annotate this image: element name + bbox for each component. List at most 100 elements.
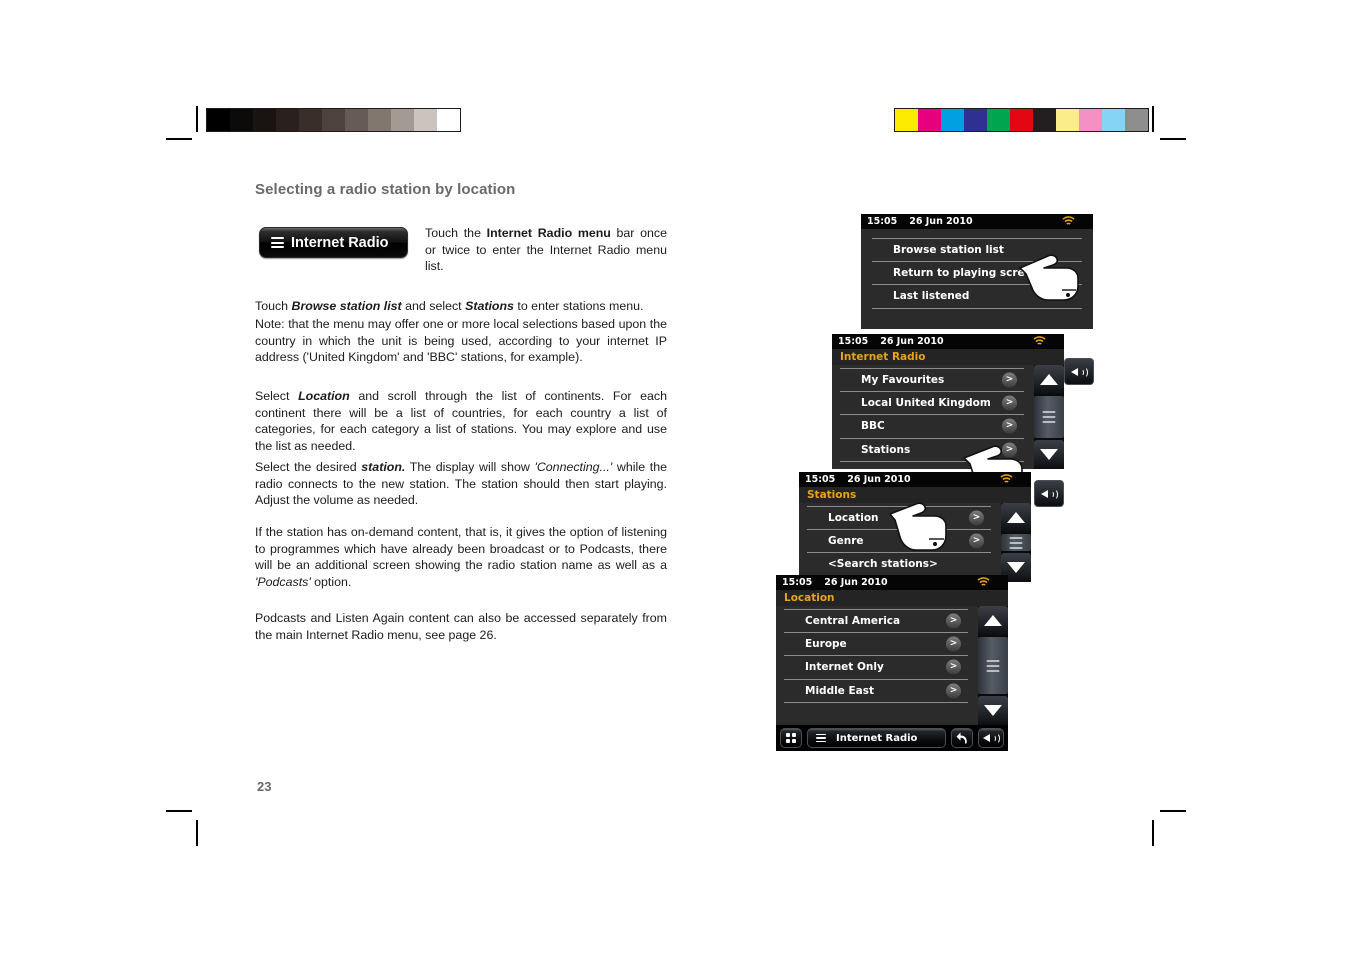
color-calibration-strip [894,108,1149,132]
p4-italic-connecting: 'Connecting...' [534,460,613,474]
menu-list: Central America > Europe > Internet Only… [776,606,976,703]
menu-item-europe[interactable]: Europe > [784,633,968,656]
menu-item-internet-only[interactable]: Internet Only > [784,656,968,680]
p4-mid: The display will show [405,460,535,474]
chevron-right-icon[interactable]: > [946,659,961,675]
status-bar: 15:05 26 Jun 2010 [861,214,1093,229]
grey-swatch-6 [345,109,368,131]
menu-item-central-america[interactable]: Central America > [784,609,968,633]
p5-post: option. [310,574,352,589]
p1-mid: and select [401,299,466,313]
scrollbar-track[interactable] [1034,396,1064,438]
page-title: Selecting a radio station by location [255,181,516,198]
color-swatch-1 [918,109,941,131]
back-arrow-icon [956,732,967,744]
status-date: 26 Jun 2010 [880,336,944,347]
grey-swatch-9 [414,109,437,131]
greyscale-calibration-strip [206,108,461,132]
p5-italic-podcasts: 'Podcasts' [255,574,311,589]
status-time: 15:05 [838,336,869,347]
menu-item-label: Browse station list [893,243,1004,256]
scroll-down-button[interactable] [978,696,1008,725]
crop-mark-top-right-horizontal [1160,138,1186,140]
menu-item-middle-east[interactable]: Middle East > [784,680,968,703]
menu-item-label: Genre [828,534,864,547]
crop-mark-bottom-left-horizontal [166,810,192,812]
menu-item-local-united-kingdom[interactable]: Local United Kingdom > [840,392,1024,415]
scroll-control-column [978,606,1008,725]
p1-bold-browse: Browse station list [291,299,402,313]
p5-pre: If the station has on-demand content, th… [255,525,667,573]
bottom-toolbar: Internet Radio [776,725,1008,751]
triangle-down-icon [1007,562,1025,573]
grey-swatch-7 [368,109,391,131]
color-swatch-9 [1102,109,1125,131]
scroll-up-button[interactable] [978,606,1008,635]
menu-item-label: BBC [861,420,885,433]
scroll-up-button[interactable] [1034,365,1064,394]
crop-mark-bottom-left-vertical [196,820,198,846]
menu-item-label: Central America [805,614,901,627]
chevron-right-icon[interactable]: > [969,510,984,526]
scroll-up-button[interactable] [1001,503,1031,532]
paragraph-6: Podcasts and Listen Again content can al… [255,611,667,642]
internet-radio-menu-label: Internet Radio [836,732,918,744]
side-note-pre: Touch the [425,226,487,240]
grid-mode-icon [786,733,796,743]
chevron-right-icon[interactable]: > [946,613,961,629]
chevron-right-icon[interactable]: > [946,683,961,699]
paragraph-2: Note: that the menu may offer one or mor… [255,317,667,365]
grey-swatch-8 [391,109,414,131]
color-swatch-8 [1079,109,1102,131]
paragraph-3: Select Location and scroll through the l… [255,388,667,454]
triangle-up-icon [984,615,1002,626]
grid-mode-button[interactable] [780,728,802,748]
scrollbar-track[interactable] [1001,534,1031,551]
menu-item-label: Europe [805,637,847,650]
status-date: 26 Jun 2010 [824,577,888,588]
wifi-icon [977,577,990,588]
speaker-volume-icon [983,732,1000,744]
chevron-right-icon[interactable]: > [1002,418,1017,434]
pointing-hand-icon-screen3 [888,500,956,561]
crop-mark-top-left-vertical [196,106,198,132]
chevron-right-icon[interactable]: > [969,533,984,549]
color-swatch-7 [1056,109,1079,131]
chevron-right-icon[interactable]: > [1002,395,1017,411]
crop-mark-bottom-right-vertical [1152,820,1154,846]
color-swatch-2 [941,109,964,131]
menu-item-label: Middle East [805,684,874,697]
crop-mark-top-right-vertical [1152,106,1154,132]
internet-radio-menu-bar-sample[interactable]: Internet Radio [259,227,408,258]
chevron-right-icon[interactable]: > [1002,372,1017,388]
page-number: 23 [257,779,272,794]
volume-button-screen3[interactable] [1034,480,1064,507]
scrollbar-track[interactable] [978,637,1008,694]
menu-item-label: Internet Only [805,661,884,674]
scroll-down-button[interactable] [1034,440,1064,469]
menu-item-my-favourites[interactable]: My Favourites > [840,368,1024,392]
back-button[interactable] [951,728,973,748]
internet-radio-menu-button[interactable]: Internet Radio [807,728,946,748]
menu-item-label: Location [828,511,879,524]
crop-mark-bottom-right-horizontal [1160,810,1186,812]
speaker-volume-icon [1071,366,1088,378]
p4-pre: Select the desired [255,460,362,474]
grey-swatch-5 [322,109,345,131]
menu-item-bbc[interactable]: BBC > [840,415,1024,439]
triangle-up-icon [1007,512,1025,523]
triangle-up-icon [1040,374,1058,385]
internet-radio-bar-label: Internet Radio [291,234,389,251]
volume-button-screen2[interactable] [1064,358,1094,385]
paragraph-1: Touch Browse station list and select Sta… [255,298,667,315]
crop-mark-top-left-horizontal [166,138,192,140]
hamburger-menu-icon [271,235,284,251]
side-note-paragraph: Touch the Internet Radio menu bar once o… [425,225,667,275]
scrollbar-grip-icon [986,657,1000,675]
color-swatch-3 [964,109,987,131]
chevron-right-icon[interactable]: > [946,636,961,652]
volume-button-toolbar[interactable] [978,728,1004,748]
speaker-volume-icon [1041,488,1058,500]
menu-item-label: Local United Kingdom [861,396,991,409]
color-swatch-6 [1033,109,1056,131]
